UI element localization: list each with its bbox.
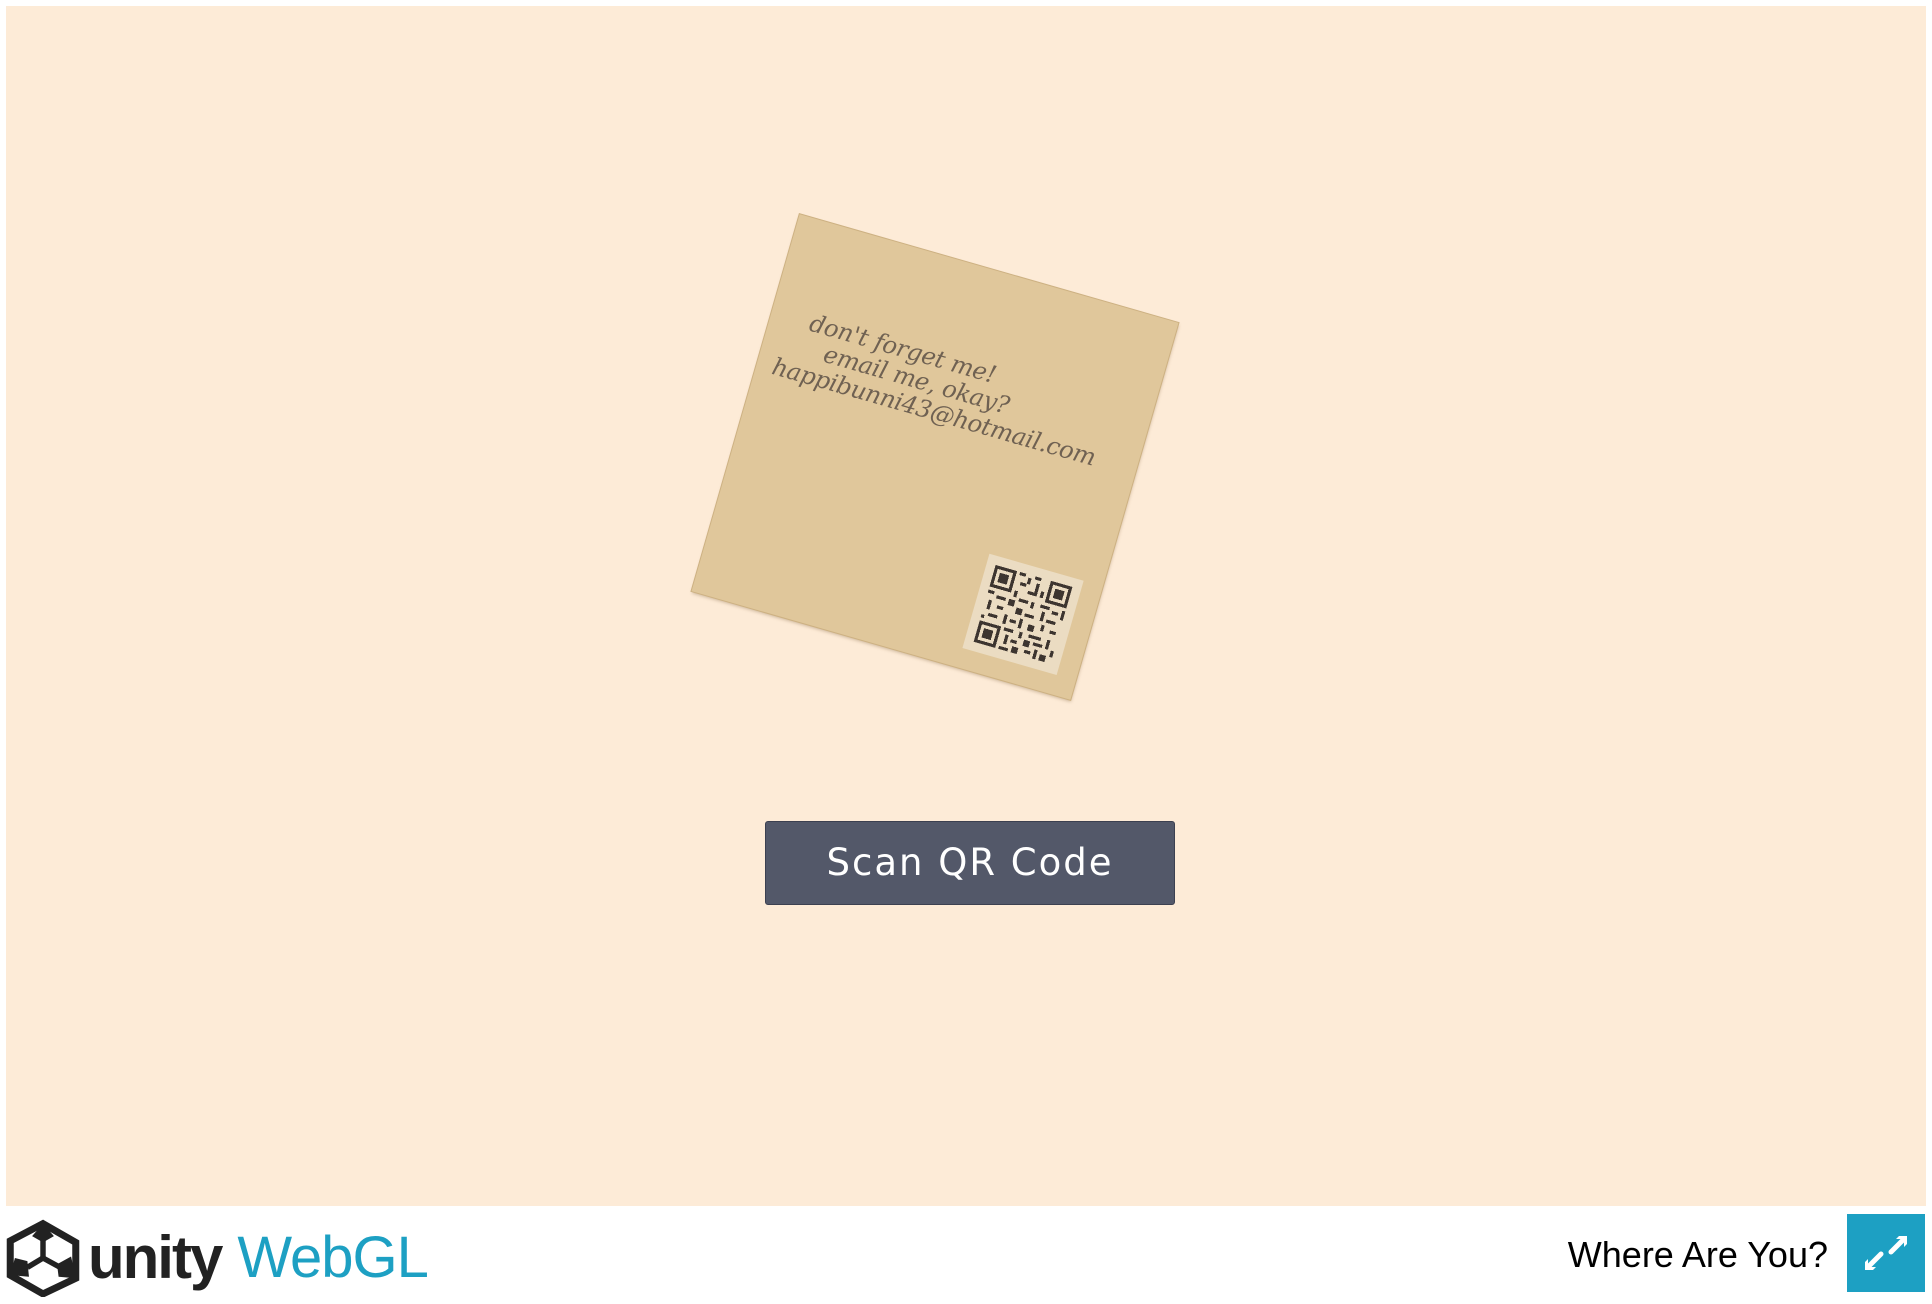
sticky-note: don't forget me! email me, okay? happibu…	[691, 214, 1179, 700]
note-text: don't forget me! email me, okay? happibu…	[767, 303, 1135, 477]
unity-webgl-logo: unity WebGL	[4, 1216, 429, 1300]
unity-footer: unity WebGL Where Are You?	[0, 1206, 1932, 1304]
scan-qr-code-button[interactable]: Scan QR Code	[765, 821, 1175, 905]
game-canvas[interactable]: don't forget me! email me, okay? happibu…	[6, 6, 1926, 1206]
fullscreen-expand-icon	[1865, 1236, 1907, 1270]
unity-container: don't forget me! email me, okay? happibu…	[0, 0, 1932, 1304]
logo-word-webgl: WebGL	[237, 1225, 429, 1290]
game-title: Where Are You?	[1567, 1234, 1828, 1275]
qr-code-icon	[962, 553, 1084, 675]
logo-word-unity: unity	[88, 1224, 223, 1291]
fullscreen-button[interactable]	[1847, 1214, 1925, 1292]
unity-logo-icon	[6, 1219, 80, 1297]
